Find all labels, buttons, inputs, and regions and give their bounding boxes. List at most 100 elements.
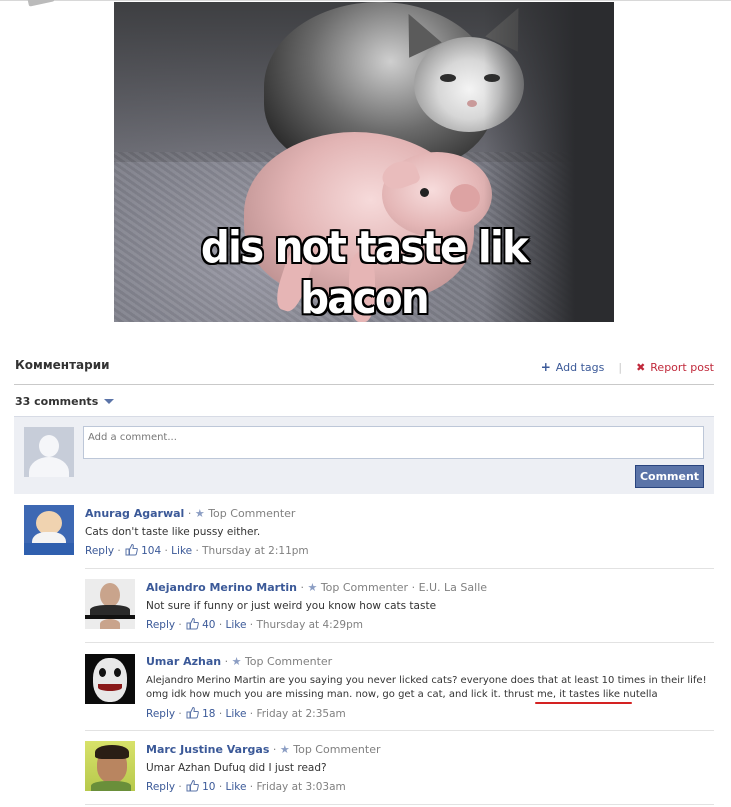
thumbs-up-icon <box>125 543 138 556</box>
add-tags-label: Add tags <box>555 360 605 374</box>
avatar-figure <box>93 658 127 702</box>
like-count[interactable]: 18 <box>202 708 215 720</box>
meta-dot: · <box>175 618 186 631</box>
comment-count: 33 comments <box>15 395 99 408</box>
piglet-eye <box>420 188 429 197</box>
timestamp[interactable]: Thursday at 2:11pm <box>202 545 309 557</box>
like-count[interactable]: 104 <box>141 545 161 557</box>
commenter-name[interactable]: Umar Azhan <box>146 655 221 668</box>
header-separator: | <box>618 360 623 374</box>
star-icon: ★ <box>307 581 318 594</box>
plus-icon: + <box>540 360 551 374</box>
meta-dot: · <box>246 707 257 720</box>
commenter-badge: Top Commenter <box>208 507 296 520</box>
comment-actions: Reply · 18 · Like · Friday at 2:35am <box>146 706 346 720</box>
caret-down-icon <box>104 399 115 404</box>
kitten-nose <box>467 100 477 107</box>
header-actions: + Add tags | ✖ Report post <box>541 360 714 374</box>
avatar-figure <box>99 668 106 677</box>
avatar-figure <box>91 781 131 791</box>
like-link[interactable]: Like <box>171 545 192 557</box>
meta-dot: · <box>175 780 186 793</box>
comment-text: Cats don't taste like pussy either. <box>85 526 261 538</box>
timestamp[interactable]: Thursday at 4:29pm <box>256 619 363 631</box>
comment-header: Umar Azhan · ★ Top Commenter <box>146 655 332 668</box>
report-post-label: Report post <box>650 360 714 374</box>
avatar-figure <box>24 543 74 555</box>
meta-dot: · <box>224 655 232 668</box>
comment-input[interactable]: Add a comment... <box>83 426 704 459</box>
star-icon: ★ <box>279 743 290 756</box>
x-icon: ✖ <box>636 360 646 374</box>
meta-dot: · <box>161 544 172 557</box>
thumbs-up-icon <box>186 706 199 719</box>
piglet-snout <box>450 184 480 212</box>
add-tags-link[interactable]: + Add tags <box>541 360 605 374</box>
avatar-figure <box>100 619 120 629</box>
meta-dot: · <box>411 581 419 594</box>
comment-header: Alejandro Merino Martin · ★ Top Commente… <box>146 581 487 594</box>
meta-dot: · <box>187 507 195 520</box>
comment-actions: Reply · 40 · Like · Thursday at 4:29pm <box>146 617 363 631</box>
timestamp[interactable]: Friday at 2:35am <box>256 708 345 720</box>
commenter-badge: Top Commenter <box>293 743 381 756</box>
star-icon: ★ <box>194 507 205 520</box>
comment-count-dropdown[interactable]: 33 comments <box>15 395 115 408</box>
reply-link[interactable]: Reply <box>146 781 175 793</box>
like-count[interactable]: 40 <box>202 619 215 631</box>
meta-dot: · <box>246 780 257 793</box>
top-border <box>0 0 731 1</box>
meta-dot: · <box>175 707 186 720</box>
comment-button[interactable]: Comment <box>635 465 704 488</box>
reply-divider <box>85 804 714 805</box>
comment-text: Not sure if funny or just weird you know… <box>146 600 437 612</box>
commenter-name[interactable]: Anurag Agarwal <box>85 507 184 520</box>
avatar[interactable] <box>85 654 135 704</box>
comment-composer: Add a comment... Comment <box>14 416 714 494</box>
avatar-figure <box>100 583 120 607</box>
avatar[interactable] <box>85 579 135 629</box>
red-underline-annotation <box>535 702 632 704</box>
like-link[interactable]: Like <box>226 708 247 720</box>
meta-dot: · <box>114 544 125 557</box>
like-count[interactable]: 10 <box>202 781 215 793</box>
commenter-badge: Top Commenter <box>244 655 333 668</box>
avatar-silhouette-body <box>29 457 69 477</box>
like-link[interactable]: Like <box>226 619 247 631</box>
comment-text: omg idk how much you are missing man. no… <box>146 689 658 700</box>
thumbs-up-icon <box>186 779 199 792</box>
reply-link[interactable]: Reply <box>146 708 175 720</box>
meta-dot: · <box>246 618 257 631</box>
avatar[interactable] <box>85 741 135 791</box>
reply-divider <box>85 568 714 569</box>
reply-divider <box>85 730 714 731</box>
meme-image: dis not taste lik bacon <box>114 2 614 322</box>
commenter-badge: Top Commenter <box>320 581 409 594</box>
reply-divider <box>85 642 714 643</box>
corner-mark <box>27 0 55 7</box>
comment-header: Marc Justine Vargas · ★ Top Commenter <box>146 743 381 756</box>
comment-header: Anurag Agarwal · ★ Top Commenter <box>85 507 295 520</box>
meta-dot: · <box>192 544 203 557</box>
commenter-name[interactable]: Alejandro Merino Martin <box>146 581 297 594</box>
default-avatar <box>24 427 74 477</box>
avatar[interactable] <box>24 505 74 555</box>
report-post-link[interactable]: ✖ Report post <box>636 361 714 374</box>
avatar-silhouette-head <box>39 435 59 457</box>
commenter-name[interactable]: Marc Justine Vargas <box>146 743 269 756</box>
thumbs-up-icon <box>186 617 199 630</box>
like-link[interactable]: Like <box>226 781 247 793</box>
meta-dot: · <box>215 780 226 793</box>
comment-actions: Reply · 104 · Like · Thursday at 2:11pm <box>85 543 309 557</box>
comment-actions: Reply · 10 · Like · Friday at 3:03am <box>146 779 346 793</box>
timestamp[interactable]: Friday at 3:03am <box>256 781 345 793</box>
header-divider <box>14 384 714 385</box>
reply-link[interactable]: Reply <box>85 545 114 557</box>
comment-text: Alejandro Merino Martin are you saying y… <box>146 675 707 686</box>
meme-caption: dis not taste lik bacon <box>200 222 529 322</box>
meta-dot: · <box>215 618 226 631</box>
avatar-figure <box>98 684 122 691</box>
commenter-affiliation[interactable]: E.U. La Salle <box>419 581 487 594</box>
reply-link[interactable]: Reply <box>146 619 175 631</box>
comment-text: Umar Azhan Dufuq did I just read? <box>146 762 327 774</box>
